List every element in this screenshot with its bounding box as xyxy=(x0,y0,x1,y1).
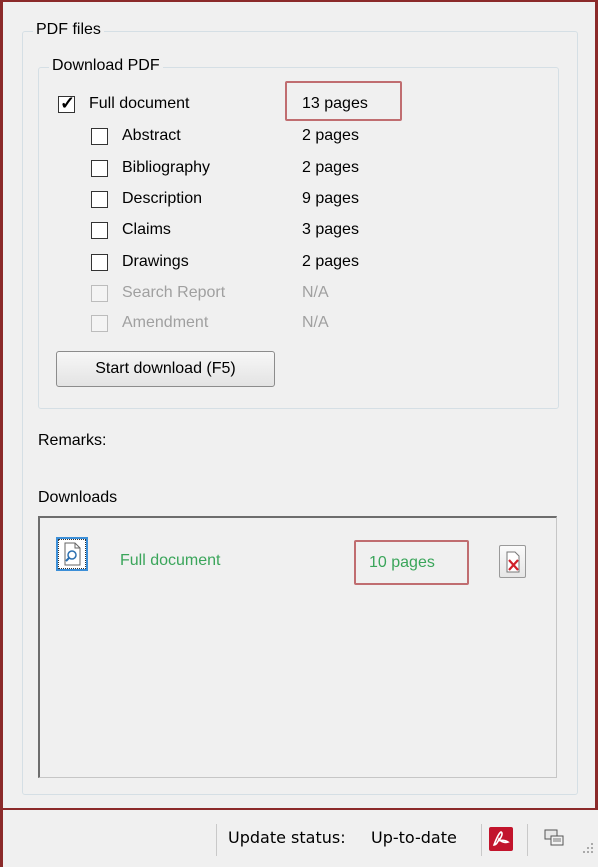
checkbox-drawings[interactable] xyxy=(91,253,108,271)
pages-search-report: N/A xyxy=(302,284,329,301)
status-separator xyxy=(527,824,528,856)
window-frame-bottom xyxy=(0,808,598,810)
checkbox-amendment xyxy=(91,314,108,332)
status-separator xyxy=(216,824,217,856)
pages-bibliography: 2 pages xyxy=(302,159,359,176)
checkbox-full-document[interactable]: ✓ xyxy=(58,92,76,113)
window-frame-top xyxy=(0,0,598,2)
label-claims: Claims xyxy=(122,221,171,238)
downloads-label: Downloads xyxy=(38,489,118,506)
preview-document-icon[interactable] xyxy=(56,537,88,571)
checkbox-abstract[interactable] xyxy=(91,127,108,145)
checkbox-row-abstract[interactable]: Abstract xyxy=(91,124,181,148)
pdf-files-legend: PDF files xyxy=(33,21,104,39)
highlight-box-download-pages xyxy=(354,540,469,585)
checkbox-row-full-document[interactable]: ✓ Full document xyxy=(58,92,190,116)
pages-drawings: 2 pages xyxy=(302,253,359,270)
window-frame-left xyxy=(0,0,3,867)
status-separator xyxy=(481,824,482,856)
checkbox-row-drawings[interactable]: Drawings xyxy=(91,250,189,274)
start-download-button[interactable]: Start download (F5) xyxy=(56,351,275,387)
download-pdf-legend: Download PDF xyxy=(49,57,163,75)
label-search-report: Search Report xyxy=(122,284,226,301)
download-item-name[interactable]: Full document xyxy=(120,552,221,570)
checkmark-icon: ✓ xyxy=(60,92,76,113)
label-description: Description xyxy=(122,190,203,207)
highlight-box-full-document-pages xyxy=(285,81,402,121)
update-status-value: Up-to-date xyxy=(371,828,457,847)
status-bar: Update status: Up-to-date xyxy=(0,812,598,867)
label-amendment: Amendment xyxy=(122,314,209,331)
label-full-document: Full document xyxy=(89,95,190,112)
pdf-acrobat-icon[interactable] xyxy=(489,827,513,851)
pages-amendment: N/A xyxy=(302,314,329,331)
resize-grip-icon[interactable] xyxy=(580,840,596,856)
pages-claims: 3 pages xyxy=(302,221,359,238)
checkbox-description[interactable] xyxy=(91,190,108,208)
label-drawings: Drawings xyxy=(122,253,189,270)
checkbox-bibliography[interactable] xyxy=(91,159,108,177)
network-monitor-icon[interactable] xyxy=(543,827,565,849)
checkbox-row-search-report: Search Report xyxy=(91,281,225,305)
checkbox-row-claims[interactable]: Claims xyxy=(91,218,171,242)
checkbox-search-report xyxy=(91,284,108,302)
checkbox-row-bibliography[interactable]: Bibliography xyxy=(91,156,210,180)
checkbox-claims[interactable] xyxy=(91,221,108,239)
label-abstract: Abstract xyxy=(122,127,181,144)
downloads-list[interactable]: Full document 10 pages xyxy=(38,516,557,778)
label-bibliography: Bibliography xyxy=(122,159,211,176)
delete-download-icon[interactable] xyxy=(499,545,526,578)
pages-description: 9 pages xyxy=(302,190,359,207)
remarks-label: Remarks: xyxy=(38,432,107,449)
update-status-label: Update status: xyxy=(228,828,346,847)
checkbox-row-amendment: Amendment xyxy=(91,311,208,335)
checkbox-row-description[interactable]: Description xyxy=(91,187,202,211)
pages-abstract: 2 pages xyxy=(302,127,359,144)
